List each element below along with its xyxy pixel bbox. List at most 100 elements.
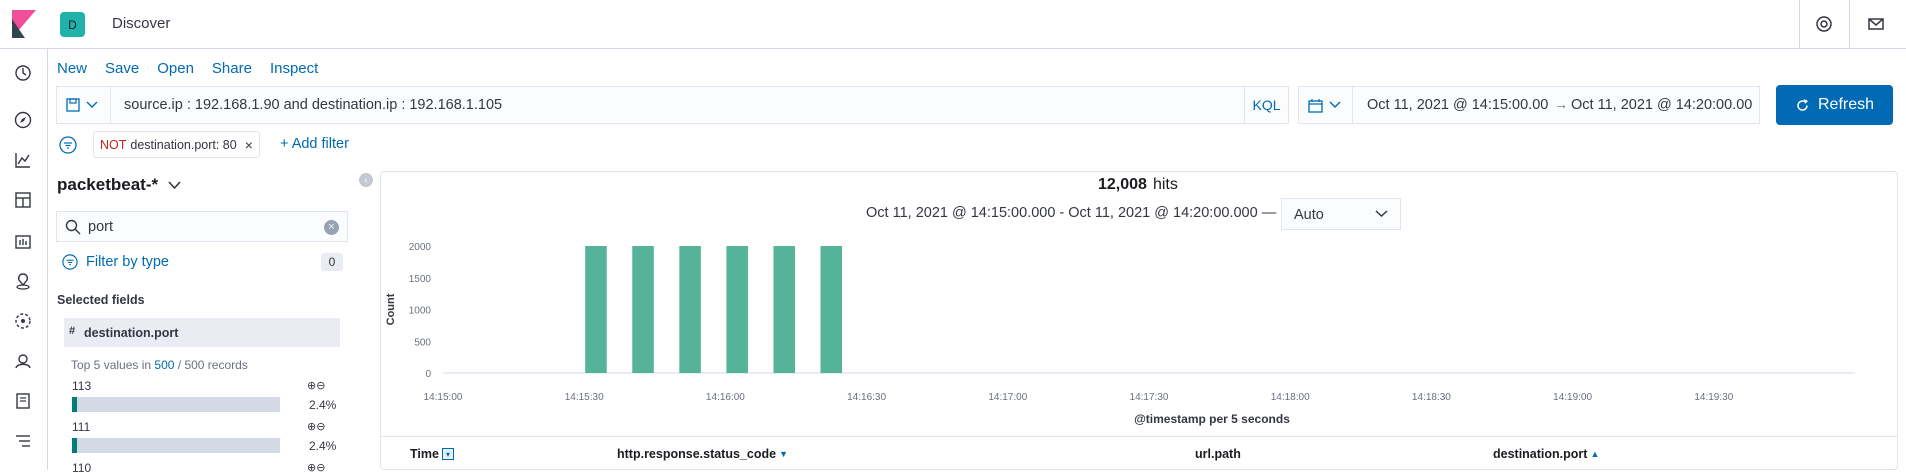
inspect-link[interactable]: Inspect <box>270 60 318 77</box>
value-label: 113 <box>72 379 92 393</box>
column-label: destination.port <box>1493 447 1588 461</box>
column-label: Time <box>410 447 439 461</box>
histogram-bar <box>632 246 654 373</box>
recent-clock-icon[interactable] <box>13 63 33 83</box>
calendar-icon <box>1308 99 1323 113</box>
sort-desc-icon[interactable]: ▼ <box>779 449 788 459</box>
index-pattern-label: packetbeat-* <box>57 175 159 194</box>
top-nav-menu: New Save Open Share Inspect <box>57 60 336 77</box>
top5-total: 500 records <box>184 358 248 372</box>
side-nav <box>0 49 48 470</box>
filter-by-type-label: Filter by type <box>86 254 169 270</box>
space-avatar[interactable]: D <box>60 12 85 37</box>
page-title: Discover <box>112 15 171 32</box>
sort-desc-icon[interactable]: ▾ <box>441 448 454 460</box>
field-search-value: port <box>88 219 113 235</box>
start-date[interactable]: Oct 11, 2021 @ 14:15:00.00 <box>1367 97 1548 113</box>
open-link[interactable]: Open <box>157 60 194 77</box>
logs-icon[interactable] <box>13 391 33 411</box>
visualize-icon[interactable] <box>13 150 33 170</box>
new-link[interactable]: New <box>57 60 87 77</box>
header-divider <box>1799 0 1800 49</box>
interval-select[interactable]: Auto <box>1281 198 1401 230</box>
histogram-time-range: Oct 11, 2021 @ 14:15:00.000 - Oct 11, 20… <box>866 205 1277 221</box>
column-label: http.response.status_code <box>617 447 777 461</box>
column-label: url.path <box>1195 447 1241 461</box>
kql-language-toggle[interactable]: KQL <box>1244 87 1288 123</box>
share-link[interactable]: Share <box>212 60 252 77</box>
close-icon[interactable]: × <box>245 137 253 153</box>
x-tick-label: 14:16:00 <box>706 392 745 403</box>
help-icon[interactable] <box>1814 14 1834 34</box>
filter-negate-label: NOT <box>100 137 127 152</box>
quick-select-button[interactable] <box>1299 87 1353 123</box>
top5-count-link[interactable]: 500 <box>154 358 174 372</box>
histogram-bar <box>585 246 607 373</box>
y-axis-label: Count <box>385 293 397 325</box>
value-progress-fill <box>72 397 77 412</box>
histogram-bar <box>820 246 843 373</box>
mail-icon[interactable] <box>1866 14 1886 34</box>
hits-number: 12,008 <box>1098 176 1147 193</box>
maps-icon[interactable] <box>13 271 33 291</box>
search-icon <box>65 219 81 235</box>
selected-field-item[interactable]: # destination.port <box>64 318 340 347</box>
column-url-path[interactable]: url.path <box>1195 447 1241 461</box>
x-tick-label: 14:16:30 <box>847 392 886 403</box>
arrow-right-icon: → <box>1554 96 1568 112</box>
discover-compass-icon[interactable] <box>13 110 33 130</box>
value-progress-fill <box>72 438 77 453</box>
dashboard-icon[interactable] <box>13 190 33 210</box>
column-destination-port[interactable]: destination.port ▲ <box>1493 447 1599 461</box>
zoom-filter-icons[interactable]: ⊕⊖ <box>307 420 337 434</box>
x-tick-label: 14:18:00 <box>1271 392 1310 403</box>
document-table-header: Time ▾ http.response.status_code ▼ url.p… <box>380 436 1898 470</box>
query-input[interactable]: source.ip : 192.168.1.90 and destination… <box>124 97 502 113</box>
x-tick-label: 14:17:30 <box>1130 392 1169 403</box>
apm-icon[interactable] <box>13 431 33 451</box>
x-tick-label: 14:19:30 <box>1694 392 1733 403</box>
chevron-down-icon <box>1375 210 1388 218</box>
filter-label: destination.port: 80 <box>130 137 237 152</box>
chevron-down-icon <box>86 101 98 108</box>
y-tick-label: 0 <box>425 369 431 380</box>
end-date[interactable]: Oct 11, 2021 @ 14:20:00.00 <box>1571 97 1752 113</box>
refresh-button[interactable]: Refresh <box>1776 85 1893 125</box>
y-tick-label: 500 <box>414 337 431 348</box>
chevron-down-icon <box>1329 101 1341 108</box>
filter-by-type-button[interactable]: Filter by type <box>62 254 169 270</box>
save-link[interactable]: Save <box>105 60 139 77</box>
x-tick-label: 14:19:00 <box>1553 392 1592 403</box>
clear-icon[interactable]: × <box>324 220 339 235</box>
collapse-sidebar-icon[interactable]: ‹ <box>359 173 373 187</box>
value-progress-bar <box>72 438 280 453</box>
hits-label: hits <box>1152 176 1178 193</box>
histogram-chart[interactable]: 0 500 1000 1500 2000 Count 14:15:00 14:15:30 14:… <box>380 230 1898 430</box>
top-values-summary: Top 5 values in 500 / 500 records <box>71 358 248 372</box>
saved-queries-button[interactable] <box>57 87 111 123</box>
ml-icon[interactable] <box>13 311 33 331</box>
top5-prefix: Top 5 values in <box>71 358 155 372</box>
filter-options-icon[interactable] <box>59 136 77 154</box>
top-header: D Discover <box>0 0 1906 49</box>
sort-asc-icon[interactable]: ▲ <box>1590 449 1599 459</box>
header-divider <box>1849 0 1850 49</box>
siem-icon[interactable] <box>13 351 33 371</box>
zoom-filter-icons[interactable]: ⊕⊖ <box>307 379 337 393</box>
y-tick-label: 1000 <box>409 306 432 317</box>
column-status-code[interactable]: http.response.status_code ▼ <box>617 447 788 461</box>
value-progress-bar <box>72 397 280 412</box>
histogram-bar <box>773 246 795 373</box>
add-filter-button[interactable]: + Add filter <box>280 136 349 152</box>
x-tick-label: 14:17:00 <box>988 392 1027 403</box>
y-tick-label: 2000 <box>409 242 432 253</box>
selected-fields-heading: Selected fields <box>57 293 145 307</box>
index-pattern-selector[interactable]: packetbeat-* <box>57 175 181 195</box>
zoom-filter-icons[interactable]: ⊕⊖ <box>307 461 337 475</box>
filter-pill[interactable]: NOT destination.port: 80 × <box>93 131 260 158</box>
query-bar: source.ip : 192.168.1.90 and destination… <box>56 86 1289 124</box>
column-time[interactable]: Time ▾ <box>410 447 454 461</box>
kibana-logo-icon[interactable] <box>12 10 36 38</box>
field-search-input[interactable]: port × <box>56 211 348 242</box>
canvas-icon[interactable] <box>13 231 33 251</box>
